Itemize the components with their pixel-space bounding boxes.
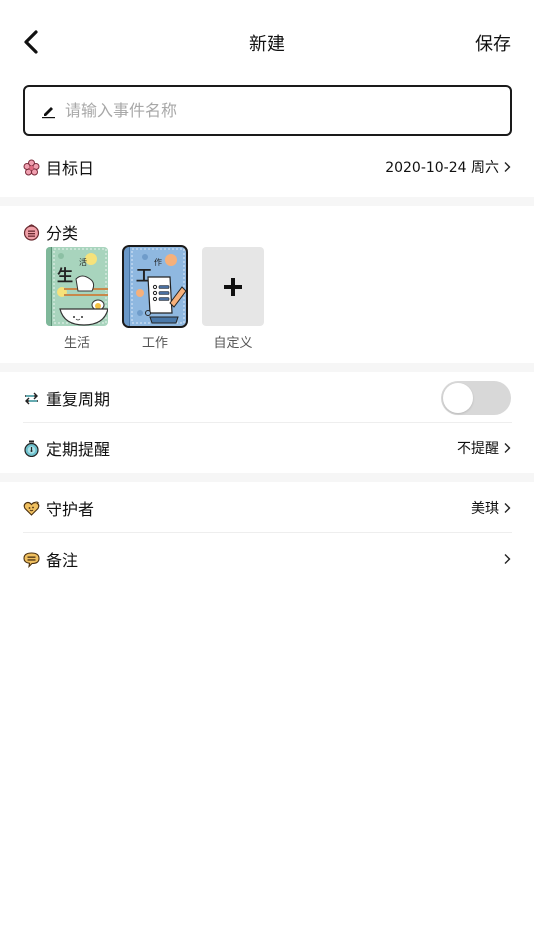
- chevron-right-icon: [504, 503, 511, 513]
- event-name-field[interactable]: [23, 85, 512, 136]
- life-cover-image: 活 生: [46, 247, 108, 326]
- category-label: 分类: [46, 224, 79, 243]
- work-cover-image: 作 工: [122, 245, 188, 328]
- category-label-custom: 自定义: [213, 336, 253, 351]
- category-label-work: 工作: [141, 336, 168, 351]
- chevron-right-icon: [504, 554, 511, 564]
- toggle-knob: [443, 383, 473, 413]
- section-gap: [0, 363, 534, 372]
- category-item-custom[interactable]: 自定义: [202, 247, 264, 351]
- section-gap: [0, 473, 534, 482]
- life-cover-big-text: 生: [57, 266, 73, 285]
- add-category-button[interactable]: [202, 247, 264, 326]
- work-cover-small-text: 作: [154, 257, 162, 267]
- note-row[interactable]: 备注: [0, 534, 534, 584]
- note-label: 备注: [46, 551, 79, 570]
- stopwatch-icon: [23, 440, 40, 457]
- target-date-value: 2020-10-24 周六: [385, 160, 499, 176]
- category-item-work[interactable]: 作 工 工作: [122, 245, 188, 351]
- target-date-label: 目标日: [46, 159, 95, 178]
- flower-icon: [23, 159, 40, 176]
- category-heading: 分类: [23, 220, 78, 244]
- header: 新建 保存: [0, 0, 534, 84]
- plus-icon: [224, 277, 242, 296]
- pencil-icon: [42, 106, 55, 118]
- event-name-input[interactable]: [65, 101, 465, 120]
- category-label-life: 生活: [63, 336, 90, 351]
- category-list: 活 生 生活 作 工 工作 自定义: [46, 245, 264, 351]
- divider: [23, 532, 512, 533]
- reminder-row[interactable]: 定期提醒 不提醒: [0, 423, 534, 473]
- category-item-life[interactable]: 活 生 生活: [46, 247, 108, 351]
- chevron-right-icon: [504, 443, 511, 453]
- section-gap: [0, 197, 534, 206]
- reminder-label: 定期提醒: [46, 440, 111, 459]
- category-icon: [23, 223, 40, 241]
- heart-face-icon: [23, 500, 40, 517]
- repeat-row: 重复周期: [0, 373, 534, 423]
- guardian-value: 美琪: [471, 501, 499, 517]
- repeat-icon: [23, 390, 40, 407]
- save-button[interactable]: 保存: [475, 30, 511, 56]
- guardian-label: 守护者: [46, 500, 95, 519]
- repeat-label: 重复周期: [46, 390, 111, 409]
- speech-bubble-icon: [23, 551, 40, 568]
- target-date-row[interactable]: 目标日 2020-10-24 周六: [0, 142, 534, 192]
- chevron-right-icon: [504, 162, 511, 172]
- guardian-row[interactable]: 守护者 美琪: [0, 483, 534, 533]
- repeat-toggle[interactable]: [441, 381, 511, 415]
- page-title: 新建: [249, 34, 285, 55]
- life-cover-small-text: 活: [79, 257, 87, 267]
- reminder-value: 不提醒: [457, 441, 499, 457]
